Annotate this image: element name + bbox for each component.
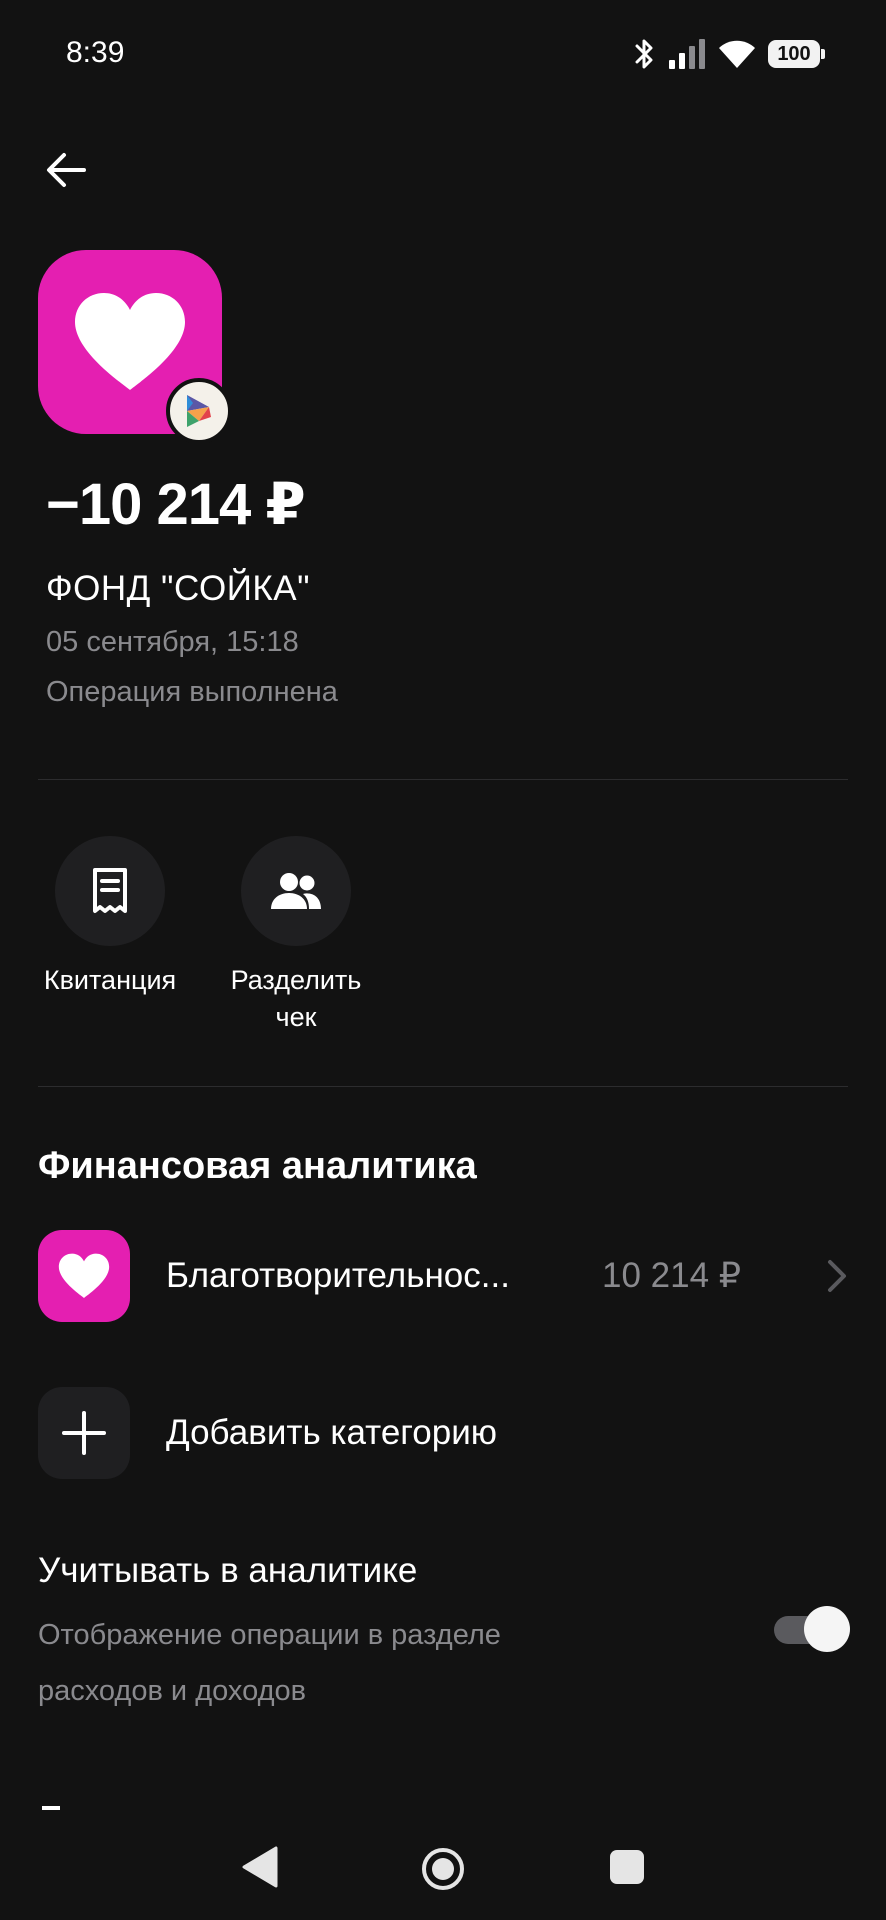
signal-icon: [669, 39, 705, 69]
heart-icon: [75, 293, 185, 390]
include-in-analytics-description: Отображение операции в разделе расходов …: [38, 1619, 501, 1707]
category-name: Благотворительнос...: [166, 1256, 510, 1295]
category-icon: [38, 1230, 130, 1322]
battery-icon: 100: [768, 40, 825, 68]
category-row[interactable]: Благотворительнос... 10 214 ₽: [38, 1230, 848, 1322]
people-icon: [271, 873, 321, 909]
operation-status: Операция выполнена: [46, 676, 338, 708]
plus-icon: [62, 1411, 106, 1455]
bluetooth-icon: [635, 39, 653, 69]
heart-icon: [58, 1253, 110, 1298]
merchant-name: ФОНД "СОЙКА": [46, 569, 311, 608]
nav-recents-icon[interactable]: [610, 1850, 644, 1884]
status-time: 8:39: [66, 36, 125, 69]
status-icons: 100: [634, 36, 825, 72]
toggle-knob: [804, 1606, 850, 1652]
nav-back-icon[interactable]: [240, 1844, 280, 1890]
receipt-action[interactable]: Квитанция: [38, 836, 182, 999]
transaction-amount: −10 214 ₽: [46, 472, 306, 537]
nav-home-icon[interactable]: [420, 1846, 466, 1892]
divider: [38, 779, 848, 780]
payment-system-logo: [187, 395, 211, 427]
receipt-icon: [93, 868, 127, 913]
chevron-right-icon: [828, 1260, 846, 1292]
system-nav-bar: [0, 1820, 886, 1920]
status-bar: 8:39 100: [0, 0, 886, 110]
operation-date: 05 сентября, 15:18: [46, 626, 299, 658]
transaction-details-screen: 8:39 100 −10 214 ₽ ФОНД "СОЙКА" 05 сентя…: [0, 0, 886, 1920]
add-category-icon-box: [38, 1387, 130, 1479]
back-button[interactable]: [36, 140, 96, 200]
include-in-analytics-title: Учитывать в аналитике: [38, 1551, 418, 1590]
split-bill-action-circle[interactable]: [241, 836, 351, 946]
divider: [38, 1086, 848, 1087]
receipt-action-circle[interactable]: [55, 836, 165, 946]
split-bill-action[interactable]: Разделить чек: [218, 836, 374, 1036]
include-in-analytics-toggle[interactable]: [774, 1606, 850, 1652]
add-category-label: Добавить категорию: [166, 1413, 498, 1452]
split-bill-action-label: Разделить чек: [230, 965, 362, 1032]
receipt-action-label: Квитанция: [43, 965, 177, 995]
payment-system-icon: [166, 378, 232, 444]
add-category-button[interactable]: Добавить категорию: [38, 1387, 848, 1479]
category-amount: 10 214 ₽: [602, 1256, 742, 1295]
cut-off-content: [42, 1806, 60, 1810]
analytics-section-title: Финансовая аналитика: [38, 1145, 477, 1187]
battery-level: 100: [777, 42, 811, 65]
arrow-left-icon: [47, 153, 86, 187]
wifi-icon: [719, 40, 755, 68]
